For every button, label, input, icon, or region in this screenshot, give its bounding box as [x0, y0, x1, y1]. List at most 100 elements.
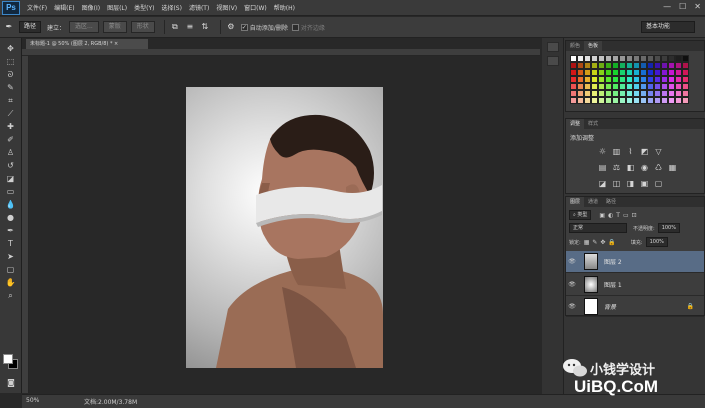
- swatch[interactable]: [675, 69, 682, 76]
- swatch[interactable]: [668, 69, 675, 76]
- swatch[interactable]: [661, 76, 668, 83]
- swatch[interactable]: [619, 83, 626, 90]
- auto-add-delete-checkbox[interactable]: ✓: [240, 23, 248, 31]
- menu-image[interactable]: 图像(I): [82, 3, 100, 12]
- swatch[interactable]: [640, 97, 647, 104]
- eraser-tool-icon[interactable]: ◪: [4, 174, 18, 184]
- swatch[interactable]: [668, 55, 675, 62]
- make-shape-button[interactable]: 形状: [130, 21, 155, 33]
- swatch[interactable]: [591, 90, 598, 97]
- lasso-tool-icon[interactable]: ᘐ: [4, 70, 18, 80]
- foreground-color[interactable]: [3, 354, 13, 364]
- pen-tool-icon[interactable]: ✒: [4, 226, 18, 236]
- swatch[interactable]: [619, 76, 626, 83]
- layer-filter-icons[interactable]: ▣◐T▭⊡: [599, 212, 639, 219]
- swatch[interactable]: [682, 83, 689, 90]
- menu-edit[interactable]: 编辑(E): [54, 3, 74, 12]
- vibrance-icon[interactable]: ▤: [598, 163, 607, 172]
- swatch[interactable]: [654, 83, 661, 90]
- swatch[interactable]: [605, 83, 612, 90]
- path-arrangement-icon[interactable]: ⇅: [200, 22, 210, 32]
- swatch[interactable]: [612, 55, 619, 62]
- swatch[interactable]: [577, 90, 584, 97]
- swatch[interactable]: [577, 97, 584, 104]
- swatch[interactable]: [570, 83, 577, 90]
- swatch[interactable]: [584, 69, 591, 76]
- swatch[interactable]: [591, 55, 598, 62]
- swatch[interactable]: [591, 97, 598, 104]
- swatch[interactable]: [633, 69, 640, 76]
- marquee-tool-icon[interactable]: ⬚: [4, 57, 18, 67]
- swatch[interactable]: [626, 55, 633, 62]
- swatch[interactable]: [640, 55, 647, 62]
- tab-color[interactable]: 颜色: [566, 41, 584, 51]
- tab-channels[interactable]: 通道: [584, 197, 602, 207]
- zoom-tool-icon[interactable]: ⌕: [4, 291, 18, 301]
- swatch[interactable]: [598, 62, 605, 69]
- swatch[interactable]: [626, 69, 633, 76]
- swatch[interactable]: [612, 83, 619, 90]
- exposure-icon[interactable]: ◩: [640, 147, 649, 156]
- swatch[interactable]: [591, 76, 598, 83]
- eyedropper-tool-icon[interactable]: ⟋: [4, 109, 18, 119]
- swatch[interactable]: [661, 69, 668, 76]
- swatch[interactable]: [570, 97, 577, 104]
- swatch[interactable]: [612, 69, 619, 76]
- swatch[interactable]: [591, 62, 598, 69]
- swatch[interactable]: [612, 90, 619, 97]
- gradient-map-icon[interactable]: ▽: [654, 147, 663, 156]
- brightness-icon[interactable]: ☼: [598, 147, 607, 156]
- history-brush-icon[interactable]: ↺: [4, 161, 18, 171]
- blur-tool-icon[interactable]: 💧: [4, 200, 18, 210]
- swatch[interactable]: [668, 76, 675, 83]
- swatch[interactable]: [633, 97, 640, 104]
- maximize-icon[interactable]: ☐: [679, 2, 686, 11]
- swatch[interactable]: [626, 83, 633, 90]
- swatch[interactable]: [598, 76, 605, 83]
- blend-mode-select[interactable]: 正常: [569, 223, 627, 233]
- swatch[interactable]: [675, 62, 682, 69]
- swatch[interactable]: [654, 55, 661, 62]
- swatch[interactable]: [682, 90, 689, 97]
- swatch[interactable]: [612, 76, 619, 83]
- swatch[interactable]: [626, 97, 633, 104]
- swatch[interactable]: [584, 55, 591, 62]
- swatch[interactable]: [668, 62, 675, 69]
- swatch[interactable]: [640, 62, 647, 69]
- swatch[interactable]: [661, 83, 668, 90]
- tab-swatches[interactable]: 色板: [584, 41, 603, 51]
- lock-icons[interactable]: ▦✎✥🔒: [584, 239, 619, 246]
- path-select-tool-icon[interactable]: ➤: [4, 252, 18, 262]
- curves-icon[interactable]: ⌇: [626, 147, 635, 156]
- selective-color-icon[interactable]: ▣: [640, 179, 649, 188]
- swatch[interactable]: [605, 97, 612, 104]
- zoom-level[interactable]: 50%: [26, 397, 39, 404]
- crop-tool-icon[interactable]: ⌗: [4, 96, 18, 106]
- swatch[interactable]: [654, 90, 661, 97]
- black-white-icon[interactable]: ◧: [626, 163, 635, 172]
- menu-select[interactable]: 选择(S): [161, 3, 182, 12]
- quick-select-tool-icon[interactable]: ✎: [4, 83, 18, 93]
- swatch[interactable]: [619, 55, 626, 62]
- swatch[interactable]: [640, 76, 647, 83]
- swatch[interactable]: [605, 69, 612, 76]
- swatch[interactable]: [591, 69, 598, 76]
- swatch[interactable]: [605, 55, 612, 62]
- hand-tool-icon[interactable]: ✋: [4, 278, 18, 288]
- swatch[interactable]: [584, 90, 591, 97]
- swatch[interactable]: [647, 83, 654, 90]
- swatch[interactable]: [640, 90, 647, 97]
- swatch[interactable]: [612, 62, 619, 69]
- swatch[interactable]: [570, 69, 577, 76]
- invert-icon[interactable]: ◪: [598, 179, 607, 188]
- dodge-tool-icon[interactable]: ●: [4, 213, 18, 223]
- swatch[interactable]: [577, 62, 584, 69]
- swatch[interactable]: [577, 83, 584, 90]
- swatch[interactable]: [682, 76, 689, 83]
- swatch[interactable]: [605, 62, 612, 69]
- levels-icon[interactable]: ▥: [612, 147, 621, 156]
- make-selection-button[interactable]: 选区...: [69, 21, 99, 33]
- swatch[interactable]: [654, 76, 661, 83]
- swatch-grid[interactable]: [570, 55, 694, 104]
- swatch[interactable]: [626, 62, 633, 69]
